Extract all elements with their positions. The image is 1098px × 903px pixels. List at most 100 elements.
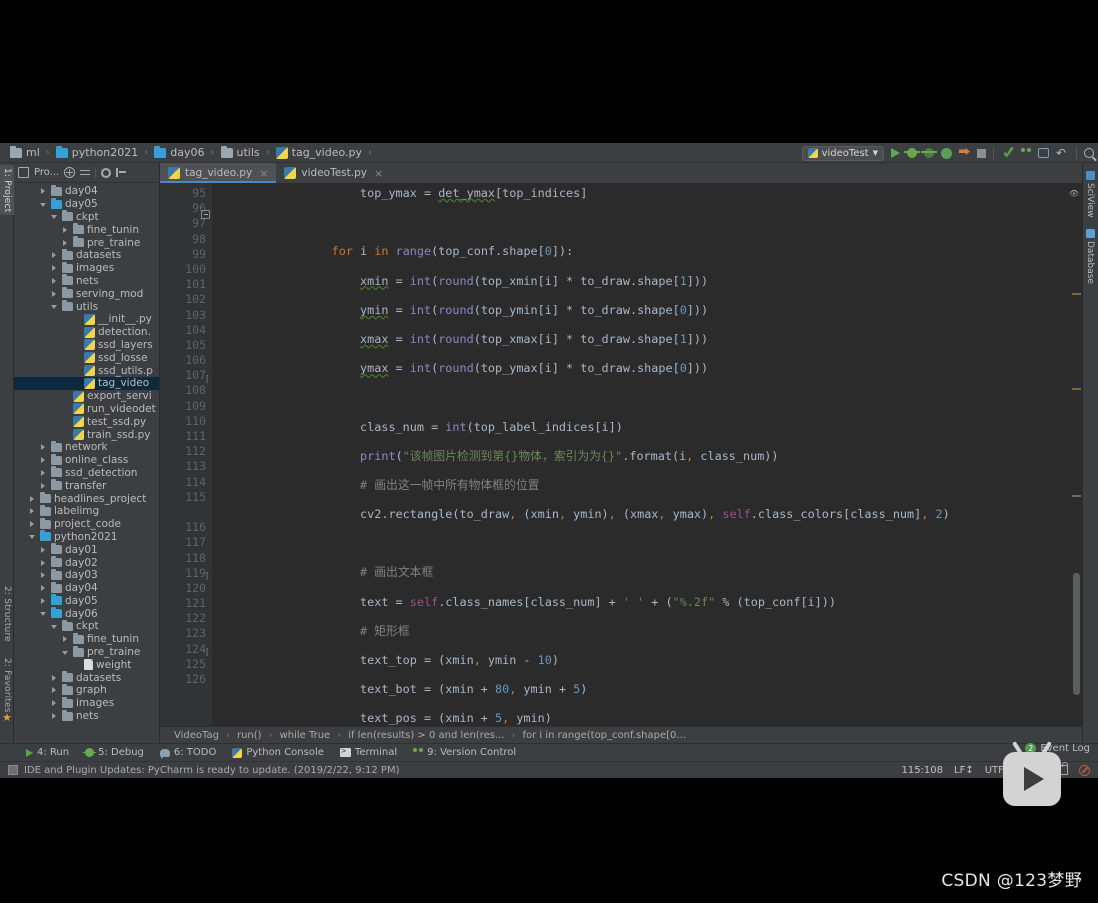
tool-window-python-console[interactable]: Python Console xyxy=(232,747,324,758)
undo-icon[interactable]: ↶ xyxy=(1056,147,1069,160)
collapse-all-icon[interactable] xyxy=(64,167,76,178)
breadcrumb-item-tag-video-py[interactable]: tag_video.py xyxy=(275,146,362,159)
chevron-right-icon[interactable] xyxy=(50,686,59,695)
tree-item-day01[interactable]: day01 xyxy=(14,543,159,556)
tree-item-project-code[interactable]: project_code xyxy=(14,517,159,531)
sidebar-item-database[interactable]: Database xyxy=(1082,225,1098,288)
tree-item-day06[interactable]: day06 xyxy=(14,607,159,620)
tree-item-tag-video[interactable]: tag_video xyxy=(14,376,159,390)
tree-item-ssd-utils-p[interactable]: ssd_utils.p xyxy=(14,364,159,377)
tree-item-ssd-detection[interactable]: ssd_detection xyxy=(14,466,159,480)
chevron-right-icon[interactable] xyxy=(50,264,59,273)
breadcrumb-item-utils[interactable]: utils xyxy=(220,145,260,159)
tool-window-run[interactable]: 4: Run xyxy=(26,747,69,758)
sidebar-item-sciview[interactable]: SciView xyxy=(1082,167,1098,222)
chevron-right-icon[interactable] xyxy=(50,699,59,708)
chevron-down-icon[interactable] xyxy=(50,302,59,311)
tree-item-detection-[interactable]: detection. xyxy=(14,326,159,339)
tree-item-labelimg[interactable]: labelimg xyxy=(14,504,159,518)
play-button[interactable] xyxy=(1003,752,1061,806)
tree-item-train-ssd-py[interactable]: train_ssd.py xyxy=(14,428,159,441)
tree-item-pre-traine[interactable]: pre_traine xyxy=(14,645,159,659)
close-icon[interactable]: × xyxy=(374,167,383,180)
tree-item-weight[interactable]: weight xyxy=(14,658,159,671)
tree-item-ssd-losse[interactable]: ssd_losse xyxy=(14,351,159,364)
tree-item-transfer[interactable]: transfer xyxy=(14,479,159,492)
run-configuration-selector[interactable]: videoTest ▼ xyxy=(801,145,884,161)
chevron-down-icon[interactable] xyxy=(28,532,37,541)
status-message[interactable]: IDE and Plugin Updates: PyCharm is ready… xyxy=(24,765,399,776)
editor-scrollbar[interactable] xyxy=(1073,573,1080,695)
tree-item-images[interactable]: images xyxy=(14,696,159,710)
tree-item-fine-tunin[interactable]: fine_tunin xyxy=(14,223,159,236)
tree-item-utils[interactable]: utils xyxy=(14,300,159,313)
tool-window-terminal[interactable]: Terminal xyxy=(339,747,397,758)
breadcrumb-item-day06[interactable]: day06 xyxy=(154,145,205,159)
tree-item-fine-tunin[interactable]: fine_tunin xyxy=(14,632,159,646)
chevron-down-icon[interactable] xyxy=(50,212,59,221)
tree-item-ckpt[interactable]: ckpt xyxy=(14,619,159,633)
breadcrumb-segment[interactable]: run() xyxy=(237,730,262,741)
chevron-right-icon[interactable] xyxy=(39,571,48,580)
vcs-update-icon[interactable] xyxy=(1021,148,1031,158)
fold-minus-icon[interactable] xyxy=(201,210,210,219)
breadcrumb-item-ml[interactable]: ml xyxy=(10,145,40,159)
tree-item-headlines-project[interactable]: headlines_project xyxy=(14,492,159,505)
chevron-right-icon[interactable] xyxy=(39,481,48,490)
fold-brace-icon[interactable]: ⌈ xyxy=(201,376,210,385)
build-icon[interactable] xyxy=(1003,146,1014,158)
chevron-right-icon[interactable] xyxy=(61,635,70,644)
chevron-right-icon[interactable] xyxy=(39,443,48,452)
chevron-right-icon[interactable] xyxy=(50,712,59,721)
inspection-eye-icon[interactable]: 👁 xyxy=(1069,189,1079,198)
chevron-right-icon[interactable] xyxy=(28,520,37,529)
vcs-commit-icon[interactable] xyxy=(1038,148,1049,158)
chevron-right-icon[interactable] xyxy=(39,584,48,593)
tree-item-nets[interactable]: nets xyxy=(14,709,159,723)
chevron-right-icon[interactable] xyxy=(39,187,48,196)
chevron-right-icon[interactable] xyxy=(50,276,59,285)
settings-icon[interactable] xyxy=(101,167,112,178)
debug-coverage-icon[interactable] xyxy=(921,148,937,158)
tree-item-serving-mod[interactable]: serving_mod xyxy=(14,287,159,300)
tree-item-ssd-layers[interactable]: ssd_layers xyxy=(14,339,159,352)
caret-position[interactable]: 115:108 xyxy=(901,765,943,776)
tool-window-todo[interactable]: 6: TODO xyxy=(159,747,216,759)
debug-icon[interactable] xyxy=(904,148,920,158)
fold-brace-icon[interactable]: ⌈ xyxy=(201,573,210,582)
chevron-down-icon[interactable] xyxy=(61,648,70,657)
sidebar-item-structure[interactable]: 2: Structure xyxy=(0,583,14,645)
no-entry-icon[interactable] xyxy=(1079,764,1090,776)
tree-item-export-servi[interactable]: export_servi xyxy=(14,390,159,403)
close-icon[interactable]: × xyxy=(259,167,268,180)
structure-breadcrumb[interactable]: VideoTag › run() › while True › if len(results… xyxy=(160,726,1082,743)
chevron-right-icon[interactable] xyxy=(50,673,59,682)
sidebar-item-favorites[interactable]: 2: Favorites xyxy=(0,655,14,716)
tree-item-ckpt[interactable]: ckpt xyxy=(14,210,159,224)
tree-item-day05[interactable]: day05 xyxy=(14,594,159,608)
tree-item-datasets[interactable]: datasets xyxy=(14,248,159,262)
chevron-right-icon[interactable] xyxy=(28,494,37,503)
tree-item-day04[interactable]: day04 xyxy=(14,184,159,198)
tree-item-nets[interactable]: nets xyxy=(14,274,159,288)
tree-item-datasets[interactable]: datasets xyxy=(14,671,159,684)
profile-icon[interactable] xyxy=(941,147,952,159)
chevron-right-icon[interactable] xyxy=(39,468,48,477)
breadcrumb-segment[interactable]: while True xyxy=(280,730,331,741)
tool-window-debug[interactable]: 5: Debug xyxy=(83,747,144,758)
attach-icon[interactable] xyxy=(959,148,970,155)
line-separator[interactable]: LF↕ xyxy=(954,765,974,776)
hide-icon[interactable] xyxy=(116,167,127,178)
tree-item-day02[interactable]: day02 xyxy=(14,556,159,569)
tree-item--init-py[interactable]: __init__.py xyxy=(14,313,159,326)
breadcrumb-item-python2021[interactable]: python2021 xyxy=(55,145,138,159)
tree-item-run-videodet[interactable]: run_videodet xyxy=(14,403,159,416)
code-viewport[interactable]: ⌈ ⌈ ⌈ 95 96 97 98 99 100 101 102 103 104 105 106 107… xyxy=(160,183,1082,726)
code-content[interactable]: top_ymax = det_ymax[top_indices] for i i… xyxy=(212,183,1082,726)
select-opened-file-icon[interactable] xyxy=(18,167,29,178)
fold-brace-icon[interactable]: ⌈ xyxy=(201,649,210,658)
tree-item-day05[interactable]: day05 xyxy=(14,197,159,211)
chevron-right-icon[interactable] xyxy=(39,596,48,605)
tree-item-images[interactable]: images xyxy=(14,261,159,275)
project-file-tree[interactable]: day04 day05 ckpt fine_tunin pre_traine datase… xyxy=(14,183,159,743)
